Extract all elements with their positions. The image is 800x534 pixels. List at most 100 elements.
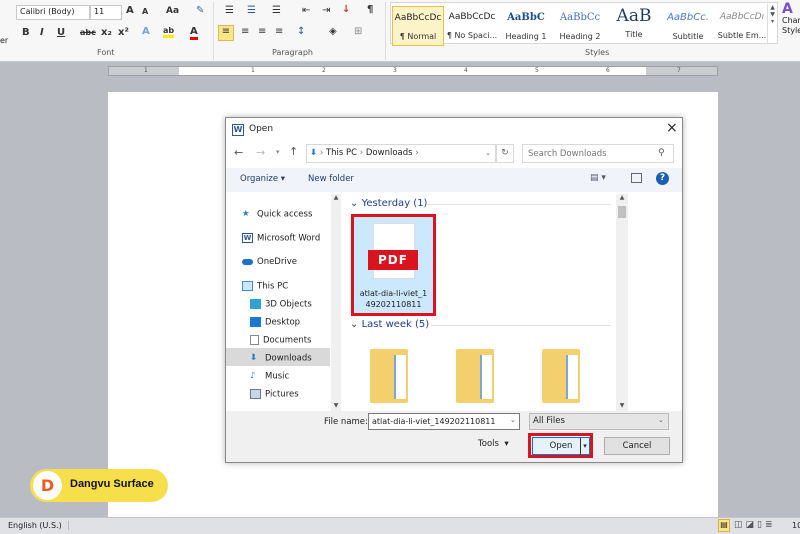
file-type-select[interactable]: All Files bbox=[529, 413, 669, 430]
open-dropdown-icon[interactable]: ▾ bbox=[580, 438, 589, 455]
nav-item-quick-access[interactable]: ★ Quick access bbox=[242, 209, 312, 220]
style-title[interactable]: AaB Title bbox=[608, 6, 660, 46]
change-styles-button[interactable]: A Char Style bbox=[782, 2, 800, 36]
font-name-combo[interactable]: Calibri (Body) bbox=[16, 5, 90, 20]
breadcrumb-downloads[interactable]: Downloads bbox=[366, 148, 413, 158]
styles-scroll[interactable]: ▲ ▼ ▾ bbox=[767, 4, 777, 44]
folder-icon[interactable] bbox=[456, 345, 498, 403]
breadcrumb-this-pc[interactable]: This PC bbox=[326, 148, 357, 158]
nav-item-desktop[interactable]: Desktop bbox=[250, 317, 300, 328]
nav-item-this-pc[interactable]: This PC bbox=[242, 281, 288, 292]
pictures-icon bbox=[250, 389, 261, 399]
computer-icon bbox=[242, 281, 253, 291]
file-name-input[interactable]: atlat-dia-li-viet_149202110811 bbox=[368, 413, 520, 430]
decrease-indent-icon[interactable]: ⇤ bbox=[302, 5, 310, 16]
style-subtle-emphasis[interactable]: AaBbCcDı Subtle Em... bbox=[716, 6, 768, 46]
italic-icon[interactable]: I bbox=[40, 27, 44, 38]
close-icon[interactable]: × bbox=[666, 120, 678, 136]
nav-item-3d-objects[interactable]: 3D Objects bbox=[250, 299, 312, 310]
align-center-icon[interactable]: ≡ bbox=[241, 26, 249, 37]
shading-icon[interactable]: ◈ bbox=[329, 26, 337, 37]
style-normal[interactable]: AaBbCcDc ¶ Normal bbox=[392, 6, 444, 46]
group-header-last-week[interactable]: ⌄ Last week (5) bbox=[350, 319, 429, 330]
highlight-icon[interactable]: ab bbox=[163, 26, 175, 38]
justify-icon[interactable]: ≡ bbox=[275, 26, 283, 37]
bullets-icon[interactable]: ☰ bbox=[225, 5, 234, 16]
nav-item-documents[interactable]: Documents bbox=[250, 335, 311, 346]
group-header-yesterday[interactable]: ⌄ Yesterday (1) bbox=[350, 198, 427, 209]
new-folder-button[interactable]: New folder bbox=[308, 174, 354, 184]
language-indicator[interactable]: English (U.S.) bbox=[8, 521, 69, 530]
style-heading-2[interactable]: AaBbCc Heading 2 bbox=[554, 6, 606, 46]
styles-gallery: AaBbCcDc ¶ Normal AaBbCcDc ¶ No Spaci... A… bbox=[390, 2, 778, 46]
download-icon: ⬇ bbox=[310, 148, 318, 158]
styles-group-label: Styles bbox=[585, 48, 610, 57]
horizontal-ruler[interactable]: 1 1 2 3 4 5 6 7 bbox=[108, 66, 718, 76]
underline-icon[interactable]: U bbox=[57, 27, 65, 38]
tools-button[interactable]: Tools ▾ bbox=[478, 439, 509, 449]
zoom-level[interactable]: 10 bbox=[792, 521, 800, 530]
preview-pane-icon[interactable] bbox=[631, 173, 642, 183]
shrink-font-icon[interactable]: A bbox=[142, 7, 148, 16]
nav-item-music[interactable]: ♪ Music bbox=[250, 371, 289, 382]
subscript-icon[interactable]: x₂ bbox=[101, 27, 112, 38]
ruler-number: 7 bbox=[677, 67, 681, 74]
numbering-icon[interactable]: ☰ bbox=[247, 5, 256, 16]
view-buttons[interactable]: ◫◪▯≣ bbox=[734, 520, 776, 530]
breadcrumb-separator[interactable]: › bbox=[413, 148, 418, 158]
address-bar[interactable]: ⬇ › This PC › Downloads › ⌄ bbox=[306, 144, 496, 163]
word-icon: W bbox=[232, 124, 244, 136]
nav-item-microsoft-word[interactable]: W Microsoft Word bbox=[242, 233, 320, 244]
change-case-icon[interactable]: Aa bbox=[166, 6, 179, 16]
file-scrollbar[interactable]: ▲ ▼ bbox=[616, 194, 628, 411]
font-color-icon[interactable]: A bbox=[190, 26, 198, 40]
nav-scrollbar[interactable]: ▲ ▼ bbox=[331, 194, 341, 411]
font-size-combo[interactable]: 11 bbox=[90, 5, 122, 20]
search-input[interactable] bbox=[522, 144, 674, 163]
chevron-down-icon[interactable]: ⌄ bbox=[658, 416, 664, 424]
print-layout-icon[interactable]: ▤ bbox=[718, 519, 730, 532]
music-icon: ♪ bbox=[250, 371, 256, 381]
logo-text: Dangvu Surface bbox=[70, 478, 154, 490]
align-right-icon[interactable]: ≡ bbox=[258, 26, 266, 37]
nav-item-pictures[interactable]: Pictures bbox=[250, 389, 299, 400]
align-left-button[interactable]: ≡ bbox=[218, 25, 234, 41]
bold-icon[interactable]: B bbox=[22, 27, 30, 38]
organize-button[interactable]: Organize ▾ bbox=[240, 174, 285, 184]
clear-formatting-icon[interactable]: ✎ bbox=[196, 5, 204, 16]
word-icon: W bbox=[242, 233, 253, 243]
cancel-button[interactable]: Cancel bbox=[604, 437, 670, 455]
nav-item-onedrive[interactable]: OneDrive bbox=[242, 257, 297, 267]
file-item-pdf[interactable]: PDF atlat-dia-li-viet_1 49202110811 bbox=[351, 214, 436, 316]
show-marks-icon[interactable]: ¶ bbox=[367, 4, 373, 15]
increase-indent-icon[interactable]: ⇥ bbox=[322, 5, 330, 16]
borders-icon[interactable]: ⊞ bbox=[354, 26, 362, 37]
nav-item-downloads[interactable]: ⬇ Downloads bbox=[250, 353, 312, 364]
folder-icon[interactable] bbox=[370, 345, 412, 403]
style-subtitle[interactable]: AaBbCc. Subtitle bbox=[662, 6, 714, 46]
open-button[interactable]: Open ▾ bbox=[532, 437, 590, 455]
grow-font-icon[interactable]: A bbox=[126, 5, 134, 16]
logo-icon: D bbox=[33, 471, 62, 500]
refresh-icon[interactable]: ↻ bbox=[496, 144, 514, 163]
up-icon[interactable]: ↑ bbox=[289, 145, 298, 158]
superscript-icon[interactable]: x² bbox=[118, 27, 129, 38]
strikethrough-icon[interactable]: abc bbox=[80, 28, 96, 37]
recent-dropdown-icon[interactable]: ▾ bbox=[276, 148, 280, 156]
text-effects-icon[interactable]: A bbox=[142, 26, 150, 37]
line-spacing-icon[interactable]: ↕ bbox=[297, 26, 305, 37]
desktop-icon bbox=[250, 317, 261, 327]
style-heading-1[interactable]: AaBbC Heading 1 bbox=[500, 6, 552, 46]
chevron-down-icon[interactable]: ⌄ bbox=[510, 416, 516, 424]
address-dropdown-icon[interactable]: ⌄ bbox=[485, 145, 491, 162]
divider bbox=[385, 2, 386, 60]
forward-icon[interactable]: → bbox=[256, 146, 265, 159]
style-no-spacing[interactable]: AaBbCcDc ¶ No Spaci... bbox=[446, 6, 498, 46]
help-icon[interactable]: ? bbox=[656, 172, 669, 185]
search-icon: ⚲ bbox=[658, 148, 665, 158]
multilevel-list-icon[interactable]: ☰ bbox=[272, 5, 281, 16]
view-options-icon[interactable]: ▤ ▾ bbox=[590, 173, 606, 183]
sort-icon[interactable]: ↓ bbox=[342, 4, 350, 15]
back-icon[interactable]: ← bbox=[234, 146, 243, 159]
folder-icon[interactable] bbox=[542, 345, 584, 403]
